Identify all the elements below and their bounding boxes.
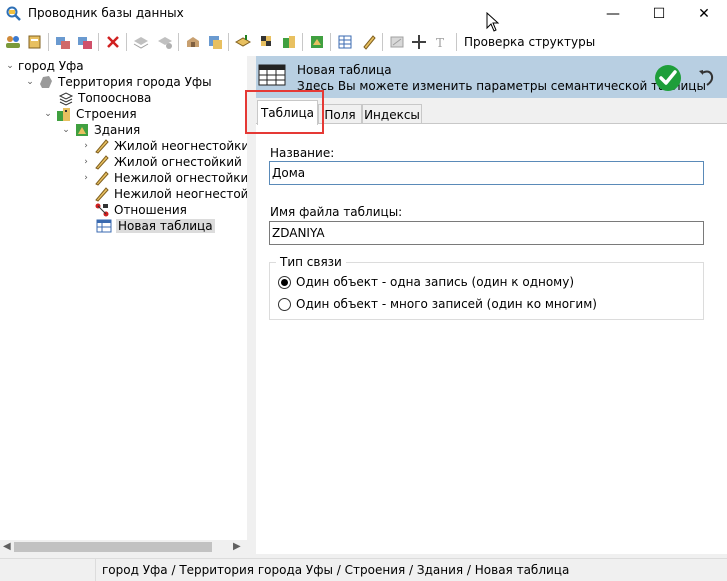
tab-fields[interactable]: Поля (318, 104, 362, 124)
status-path: город Уфа / Территория города Уфы / Стро… (102, 563, 570, 577)
collapse-chevron-icon[interactable]: ⌄ (42, 106, 54, 122)
radio-button[interactable] (278, 275, 291, 289)
radio-button[interactable] (278, 297, 291, 311)
maximize-button[interactable]: ☐ (636, 0, 682, 28)
buildings-icon (57, 108, 70, 121)
layers-icon (58, 92, 74, 106)
panel-header: Новая таблица Здесь Вы можете изменить п… (256, 56, 727, 98)
minimize-button[interactable]: — (590, 0, 636, 28)
tree-item-new-table[interactable]: Новая таблица (96, 218, 215, 234)
collapse-chevron-icon[interactable]: ⌄ (4, 58, 16, 74)
database-add-icon[interactable] (26, 33, 44, 51)
panel-title: Новая таблица (297, 63, 392, 77)
layer-add-icon[interactable] (234, 33, 252, 51)
database-explorer-icon (6, 6, 21, 21)
tree-item-nonresidential-nonfireproof[interactable]: Нежилой неогнестойк (80, 186, 247, 202)
copy-layer-icon[interactable] (54, 33, 72, 51)
layers-link-disabled-icon[interactable] (156, 33, 174, 51)
check-structure-button[interactable]: Проверка структуры (464, 35, 595, 49)
buildings-add-icon[interactable] (280, 33, 298, 51)
object-table-icon[interactable] (206, 33, 224, 51)
tree-item-city[interactable]: ⌄ город Уфа (4, 58, 83, 74)
tab-strip: Таблица Поля Индексы (256, 100, 727, 125)
tree-item-zdaniya[interactable]: ⌄ Здания (60, 122, 140, 138)
users-icon[interactable] (4, 33, 22, 51)
name-field[interactable] (269, 161, 704, 185)
pencil-icon (95, 171, 109, 186)
file-name-label: Имя файла таблицы: (270, 205, 403, 219)
mouse-cursor-icon (486, 12, 500, 32)
tree-horizontal-scrollbar[interactable]: ◀ ▶ (0, 540, 247, 554)
window-title: Проводник базы данных (28, 6, 184, 20)
title-bar: Проводник базы данных — ☐ ✕ (0, 0, 727, 28)
undo-icon[interactable] (696, 67, 718, 89)
tree-item-relations[interactable]: Отношения (94, 202, 187, 218)
link-type-label: Тип связи (276, 255, 346, 269)
tree-item-buildings[interactable]: ⌄ Строения (42, 106, 137, 122)
relations-icon (95, 203, 109, 217)
file-name-field[interactable] (269, 221, 704, 245)
close-button[interactable]: ✕ (681, 0, 727, 28)
tree-item-topobase[interactable]: Топооснова (58, 90, 151, 106)
panel-subtitle: Здесь Вы можете изменить параметры семан… (297, 79, 706, 93)
map-icon (40, 76, 52, 88)
table-icon[interactable] (336, 33, 354, 51)
text-disabled-icon[interactable]: T (432, 33, 450, 51)
expand-chevron-icon[interactable]: › (80, 170, 92, 186)
database-tree: ⌄ город Уфа ⌄ Территория города Уфы Топо… (0, 56, 247, 540)
move-layer-icon[interactable] (76, 33, 94, 51)
name-label: Название: (270, 146, 335, 160)
scroll-left-icon[interactable]: ◀ (3, 541, 11, 552)
toolbar: T Проверка структуры (0, 28, 727, 56)
checker-icon[interactable] (258, 33, 276, 51)
expand-chevron-icon[interactable]: › (80, 138, 92, 154)
tree-item-nonresidential-fireproof[interactable]: › Нежилой огнестойкий (80, 170, 247, 186)
collapse-chevron-icon[interactable]: ⌄ (24, 74, 36, 90)
tree-item-residential-nonfireproof[interactable]: › Жилой неогнестойкий (80, 138, 247, 154)
one-to-one-option[interactable]: Один объект - одна запись (один к одному… (278, 275, 574, 289)
edit-pencil-icon[interactable] (360, 33, 378, 51)
status-bar: город Уфа / Территория города Уфы / Стро… (0, 558, 727, 581)
svg-text:T: T (436, 36, 444, 50)
table-large-icon (258, 64, 286, 86)
pencil-icon (95, 139, 109, 154)
scrollbar-thumb[interactable] (14, 542, 212, 552)
building-icon (76, 124, 88, 136)
link-type-group: Тип связи Один объект - одна запись (оди… (269, 255, 704, 320)
tree-item-residential-fireproof[interactable]: › Жилой огнестойкий (80, 154, 242, 170)
delete-icon[interactable] (104, 33, 122, 51)
pencil-icon (95, 155, 109, 170)
properties-panel: Новая таблица Здесь Вы можете изменить п… (256, 56, 727, 554)
attribute-disabled-icon[interactable] (388, 33, 406, 51)
map-object-icon[interactable] (308, 33, 326, 51)
one-to-many-option[interactable]: Один объект - много записей (один ко мно… (278, 297, 597, 311)
table-settings-panel: Название: Имя файла таблицы: Тип связи О… (256, 123, 727, 554)
scroll-right-icon[interactable]: ▶ (233, 541, 241, 552)
expand-chevron-icon[interactable]: › (80, 154, 92, 170)
add-node-icon[interactable] (410, 33, 428, 51)
tree-item-territory[interactable]: ⌄ Территория города Уфы (24, 74, 211, 90)
collapse-chevron-icon[interactable]: ⌄ (60, 122, 72, 138)
apply-check-icon[interactable] (654, 64, 682, 92)
pencil-icon (95, 187, 109, 202)
object-icon[interactable] (184, 33, 202, 51)
layers-disabled-icon[interactable] (132, 33, 150, 51)
tab-highlight-box (245, 90, 324, 134)
tab-indexes[interactable]: Индексы (362, 104, 422, 124)
table-icon (96, 219, 112, 233)
